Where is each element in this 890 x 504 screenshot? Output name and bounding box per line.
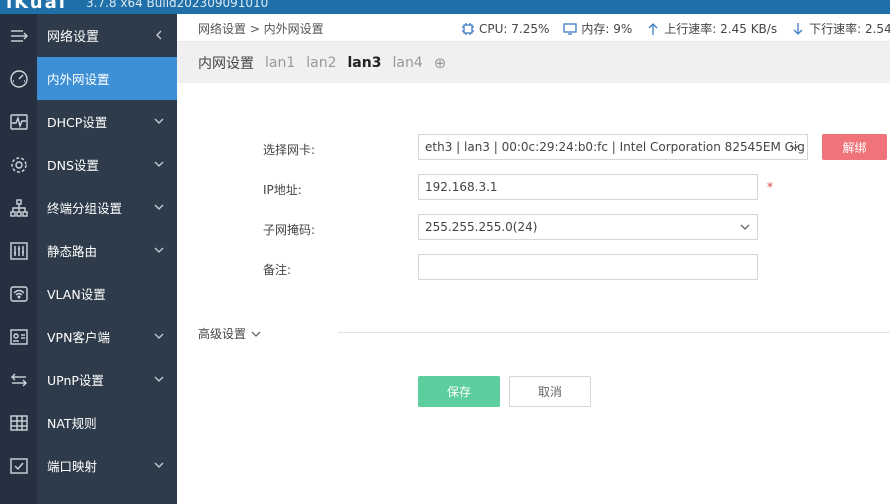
tab-lan4[interactable]: lan4	[392, 55, 422, 71]
sidebar-item-label: NAT规则	[47, 416, 97, 431]
cpu-status: CPU: 7.25%	[461, 20, 549, 37]
nic-select-value: eth3 | lan3 | 00:0c:29:24:b0:fc | Intel …	[425, 140, 805, 154]
chevron-down-icon	[739, 221, 751, 233]
tab-lan2[interactable]: lan2	[306, 55, 336, 71]
menu-toggle-icon[interactable]	[0, 14, 37, 57]
sidebar-item-upnp[interactable]: UPnP设置	[37, 358, 177, 401]
subnet-mask-select[interactable]: 255.255.255.0(24)	[418, 214, 758, 240]
ip-label: IP地址:	[263, 183, 302, 197]
subnet-mask-value: 255.255.255.0(24)	[425, 220, 538, 234]
sidebar-item-port-mapping[interactable]: 端口映射	[37, 444, 177, 487]
add-tab-icon[interactable]: ⊕	[434, 54, 447, 72]
sidebar-item-static-route[interactable]: 静态路由	[37, 229, 177, 272]
chevron-down-icon	[251, 331, 261, 337]
download-status: 下行速率: 2.54	[791, 20, 890, 37]
gear-icon[interactable]	[0, 143, 37, 186]
tab-bar: 内网设置 lan1 lan2 lan3 lan4 ⊕	[177, 42, 890, 83]
chevron-down-icon	[153, 330, 165, 342]
pulse-icon[interactable]	[0, 100, 37, 143]
wifi-box-icon[interactable]	[0, 272, 37, 315]
sidebar-item-label: 端口映射	[47, 459, 98, 474]
dashboard-icon[interactable]	[0, 57, 37, 100]
ip-address-value: 192.168.3.1	[425, 180, 498, 194]
divider	[338, 332, 890, 333]
cpu-value: CPU: 7.25%	[479, 21, 550, 36]
cpu-chip-icon	[462, 22, 474, 35]
tabs: 内网设置 lan1 lan2 lan3 lan4 ⊕	[198, 53, 446, 73]
tab-lan3[interactable]: lan3	[348, 55, 382, 71]
memory-value: 内存: 9%	[581, 22, 633, 36]
sidebar-item-vlan[interactable]: VLAN设置	[37, 272, 177, 315]
arrow-down-icon	[793, 22, 803, 35]
breadcrumb: 网络设置 > 内外网设置	[198, 22, 324, 36]
tab-lan1[interactable]: lan1	[265, 55, 295, 71]
build-version: 3.7.8 x64 Build202309091010	[86, 0, 269, 10]
id-card-icon[interactable]	[0, 315, 37, 358]
brand-logo: iKuai	[6, 0, 67, 13]
tab-lan-settings[interactable]: 内网设置	[198, 53, 254, 73]
icon-rail	[0, 14, 37, 504]
chevron-down-icon	[789, 141, 801, 153]
required-mark: *	[767, 180, 773, 194]
chevron-down-icon	[153, 115, 165, 127]
save-button[interactable]: 保存	[418, 376, 500, 407]
sidebar-item-nat[interactable]: NAT规则	[37, 401, 177, 444]
download-value: 下行速率: 2.54	[809, 22, 890, 36]
chevron-down-icon	[153, 459, 165, 471]
chevron-down-icon	[153, 158, 165, 170]
sidebar-item-label: UPnP设置	[47, 373, 104, 388]
note-label: 备注:	[263, 263, 292, 277]
sidebar-item-label: 静态路由	[47, 244, 98, 259]
upload-value: 上行速率: 2.45 KB/s	[664, 22, 778, 36]
chevron-left-icon	[153, 29, 165, 41]
cancel-button[interactable]: 取消	[509, 376, 591, 407]
breadcrumb-bar: 网络设置 > 内外网设置 CPU: 7.25% 内存: 9% 上行速率: 2.4…	[177, 14, 890, 42]
nic-label: 选择网卡:	[263, 143, 316, 157]
sidebar-item-dhcp[interactable]: DHCP设置	[37, 100, 177, 143]
chevron-down-icon	[153, 373, 165, 385]
subnet-mask-label: 子网掩码:	[263, 223, 316, 237]
ip-address-input[interactable]: 192.168.3.1	[418, 174, 758, 200]
chevron-down-icon	[153, 201, 165, 213]
advanced-settings-toggle[interactable]: 高级设置	[198, 325, 261, 342]
sidebar-item-dns[interactable]: DNS设置	[37, 143, 177, 186]
sidebar-group-network[interactable]: 网络设置	[37, 14, 177, 57]
note-input[interactable]	[418, 254, 758, 280]
sidebar-item-label: DHCP设置	[47, 115, 108, 130]
grid-icon[interactable]	[0, 401, 37, 444]
sliders-icon[interactable]	[0, 229, 37, 272]
sidebar-item-label: VLAN设置	[47, 287, 106, 302]
top-header: iKuai 3.7.8 x64 Build202309091010	[0, 0, 890, 14]
sidebar-item-terminal-group[interactable]: 终端分组设置	[37, 186, 177, 229]
sidebar-item-label: DNS设置	[47, 158, 99, 173]
sidebar-menu: 网络设置 内外网设置 DHCP设置 DNS设置 终端分组设置 静态路由 VLAN…	[37, 14, 177, 504]
arrow-up-icon	[648, 22, 658, 35]
sidebar-item-label: VPN客户端	[47, 330, 110, 345]
sidebar-item-vpn-client[interactable]: VPN客户端	[37, 315, 177, 358]
monitor-icon	[563, 22, 578, 35]
upload-status: 上行速率: 2.45 KB/s	[646, 20, 777, 37]
checklist-icon[interactable]	[0, 444, 37, 487]
advanced-settings-label: 高级设置	[198, 327, 247, 341]
system-status: CPU: 7.25% 内存: 9% 上行速率: 2.45 KB/s 下行速率: …	[461, 20, 890, 37]
unbind-button[interactable]: 解绑	[822, 134, 887, 160]
sidebar-item-label: 内外网设置	[47, 72, 110, 87]
chevron-down-icon	[153, 244, 165, 256]
hierarchy-icon[interactable]	[0, 186, 37, 229]
memory-status: 内存: 9%	[563, 20, 632, 37]
sidebar-item-wan-lan[interactable]: 内外网设置	[37, 57, 177, 100]
sidebar-group-label: 网络设置	[47, 30, 100, 45]
nic-select[interactable]: eth3 | lan3 | 00:0c:29:24:b0:fc | Intel …	[418, 134, 808, 160]
swap-arrows-icon[interactable]	[0, 358, 37, 401]
sidebar-item-label: 终端分组设置	[47, 201, 123, 216]
